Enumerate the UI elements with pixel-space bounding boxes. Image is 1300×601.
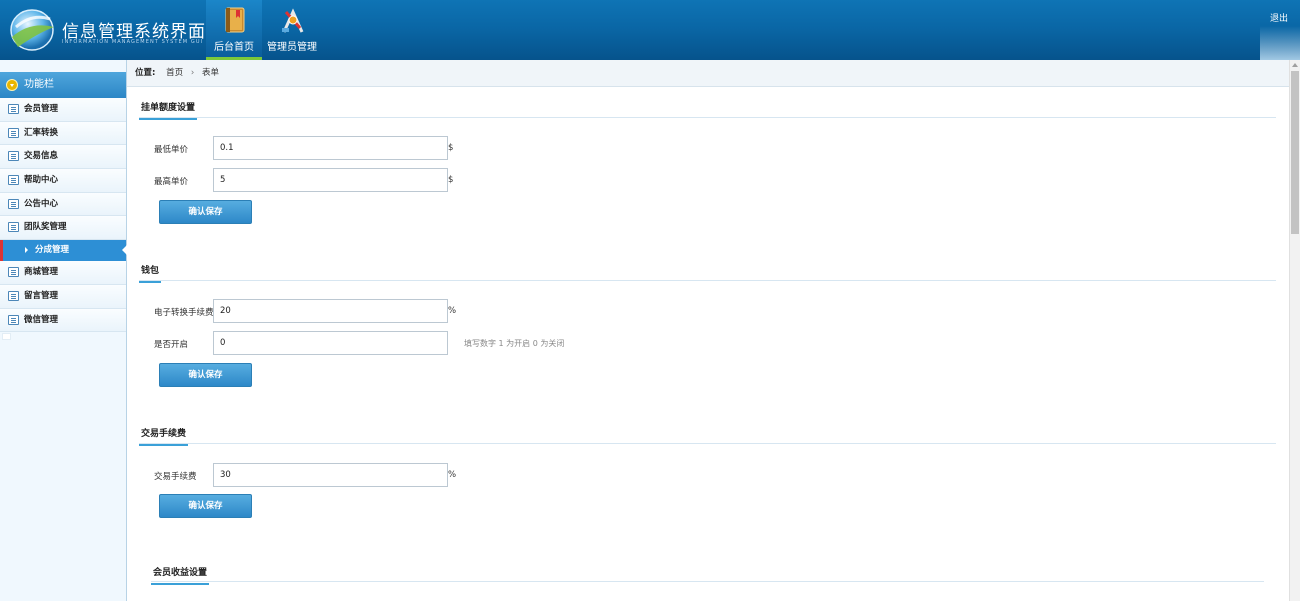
sidebar-item-announcements[interactable]: 公告中心 [0, 192, 126, 217]
section-title-text: 会员收益设置 [151, 565, 210, 585]
wallet-fee-input[interactable] [213, 299, 448, 323]
calendar-icon [8, 267, 19, 278]
edit-icon [8, 175, 19, 186]
edit-icon [8, 198, 19, 209]
scroll-up-arrow-icon[interactable] [1292, 63, 1298, 67]
logout-link[interactable]: 退出 [1270, 11, 1288, 24]
globe-logo-icon [10, 9, 54, 51]
trade-fee-input[interactable] [213, 463, 448, 487]
list-icon [8, 222, 19, 233]
nav-admin[interactable]: 管理员管理 [264, 0, 320, 60]
max-price-label: 最高单价 [154, 177, 189, 187]
nav-home-label: 后台首页 [214, 42, 254, 53]
trade-fee-unit: % [448, 470, 457, 480]
list-icon [8, 104, 19, 114]
save-wallet-button[interactable]: 确认保存 [159, 363, 252, 387]
wallet-enabled-hint: 填写数字 1 为开启 0 为关闭 [464, 339, 565, 348]
breadcrumb-separator: › [190, 68, 195, 78]
min-price-input[interactable] [213, 136, 448, 160]
sidebar-item-members[interactable]: 会员管理 [0, 98, 126, 122]
save-order-limit-button[interactable]: 确认保存 [159, 200, 252, 224]
sidebar-item-label: 公告中心 [24, 198, 59, 209]
sidebar-item-label: 留言管理 [24, 290, 59, 301]
breadcrumb-current[interactable]: 表单 [202, 68, 219, 78]
sidebar-item-mall[interactable]: 商城管理 [0, 261, 126, 285]
breadcrumb: 位置: 首页 › 表单 [127, 60, 1289, 87]
breadcrumb-home[interactable]: 首页 [166, 68, 183, 78]
sidebar: 功能栏 会员管理 汇率转换 交易信息 帮助中心 公告中心 团队奖管理 分成管理 [0, 60, 127, 601]
min-price-label: 最低单价 [154, 145, 189, 155]
sidebar-item-exchange-rate[interactable]: 汇率转换 [0, 121, 126, 146]
section-member-income-title: 会员收益设置 [151, 565, 210, 585]
vertical-scrollbar[interactable] [1289, 60, 1300, 601]
scrollbar-thumb[interactable] [1291, 71, 1299, 234]
list-icon [8, 151, 19, 162]
sidebar-item-label: 交易信息 [24, 151, 59, 162]
chevron-down-icon [6, 79, 18, 91]
min-price-unit: $ [448, 143, 454, 153]
sidebar-item-messages[interactable]: 留言管理 [0, 284, 126, 309]
section-divider [151, 581, 1264, 582]
top-header: 信息管理系统界面 INFORMATION MANAGEMENT SYSTEM G… [0, 0, 1300, 60]
sidebar-item-team-bonus[interactable]: 团队奖管理 [0, 216, 126, 241]
sidebar-menu: 会员管理 汇率转换 交易信息 帮助中心 公告中心 团队奖管理 分成管理 商城管理 [0, 98, 127, 333]
save-trade-fee-button[interactable]: 确认保存 [159, 494, 252, 518]
wallet-enabled-input[interactable] [213, 331, 448, 355]
wallet-fee-label: 电子转换手续费 [154, 308, 214, 318]
sidebar-item-label: 帮助中心 [24, 175, 59, 186]
tools-icon [282, 8, 304, 33]
header-decoration [1260, 26, 1300, 60]
sidebar-item-label: 微信管理 [24, 314, 59, 325]
max-price-unit: $ [448, 175, 454, 185]
message-icon [8, 314, 19, 325]
sidebar-item-label: 商城管理 [24, 267, 59, 278]
sidebar-item-label: 会员管理 [24, 104, 59, 114]
app-subtitle: INFORMATION MANAGEMENT SYSTEM GUI [62, 39, 204, 45]
sidebar-item-help-center[interactable]: 帮助中心 [0, 169, 126, 193]
sidebar-resize-handle[interactable] [2, 333, 11, 340]
nav-admin-label: 管理员管理 [267, 42, 317, 53]
book-icon [225, 7, 245, 33]
sidebar-item-wechat[interactable]: 微信管理 [0, 308, 126, 333]
edit-icon [8, 290, 19, 301]
sidebar-item-label: 团队奖管理 [24, 222, 67, 233]
max-price-input[interactable] [213, 168, 448, 192]
sidebar-subitem-commission[interactable]: 分成管理 [0, 240, 127, 262]
message-icon [8, 127, 19, 138]
sidebar-item-trade-info[interactable]: 交易信息 [0, 145, 126, 170]
trade-fee-label: 交易手续费 [154, 472, 197, 482]
section-divider [139, 443, 1276, 444]
wallet-fee-unit: % [448, 306, 457, 316]
breadcrumb-label: 位置: [135, 68, 156, 78]
sidebar-header[interactable]: 功能栏 [0, 72, 126, 98]
wallet-enabled-label: 是否开启 [154, 340, 189, 350]
sidebar-item-label: 汇率转换 [24, 127, 59, 138]
sidebar-title: 功能栏 [24, 79, 54, 90]
nav-home[interactable]: 后台首页 [206, 0, 262, 60]
section-divider [139, 117, 1276, 118]
section-divider [139, 280, 1276, 281]
